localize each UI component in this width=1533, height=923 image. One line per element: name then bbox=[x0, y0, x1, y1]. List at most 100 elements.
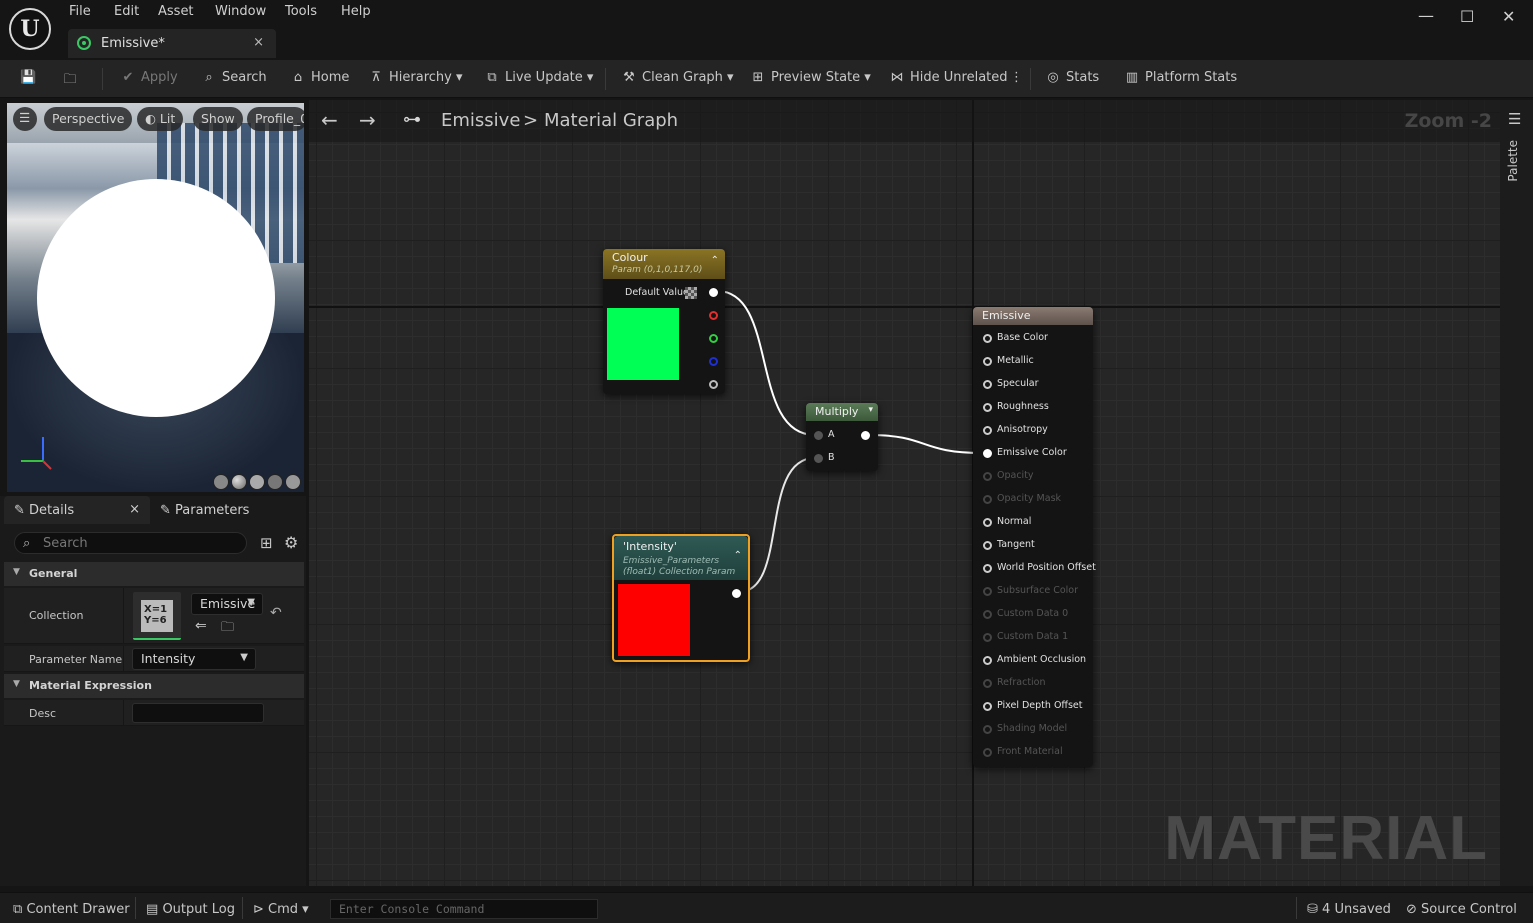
menu-help[interactable]: Help bbox=[341, 4, 371, 19]
maximize-button[interactable]: ☐ bbox=[1460, 7, 1474, 26]
browse-asset-icon[interactable]: 🗀 bbox=[62, 70, 83, 92]
stats-button[interactable]: ◎ Stats bbox=[1045, 70, 1099, 85]
search-icon: ⌕ bbox=[23, 536, 31, 551]
emissive-result-node[interactable]: Emissive Base Color Metallic Specular Rough… bbox=[973, 307, 1096, 767]
show-button[interactable]: Show bbox=[193, 107, 243, 131]
toolbar-divider bbox=[605, 68, 606, 90]
clean-graph-button[interactable]: ⚒ Clean Graph ▾ bbox=[621, 70, 733, 85]
lit-button[interactable]: ◐ Lit bbox=[137, 107, 184, 131]
sphere-preview-icon[interactable] bbox=[231, 474, 247, 490]
emissive-input-pin[interactable] bbox=[983, 357, 992, 366]
menu-window[interactable]: Window bbox=[215, 4, 266, 19]
pencil-icon: ✎ bbox=[160, 503, 171, 518]
emissive-input-pin[interactable] bbox=[983, 725, 992, 734]
rgba-output-pin[interactable] bbox=[709, 288, 718, 297]
viewport-menu-icon[interactable]: ☰ bbox=[13, 107, 37, 131]
green-output-pin[interactable] bbox=[709, 334, 718, 343]
menu-asset[interactable]: Asset bbox=[158, 4, 194, 19]
minimize-button[interactable]: — bbox=[1418, 6, 1434, 25]
colour-param-node[interactable]: Colour Param (0,1,0,117,0) ⌃ Default Val… bbox=[603, 249, 725, 394]
details-close-icon[interactable]: × bbox=[129, 502, 140, 517]
output-log-button[interactable]: ▤ Output Log bbox=[146, 902, 235, 917]
palette-tab[interactable]: Palette bbox=[1506, 140, 1520, 182]
emissive-input-pin[interactable] bbox=[983, 403, 992, 412]
multiply-output-pin[interactable] bbox=[861, 431, 870, 440]
collection-combo[interactable]: Emissive ▼ bbox=[191, 593, 263, 615]
use-selected-icon[interactable]: ⇐ bbox=[195, 618, 207, 634]
cube-preview-icon[interactable] bbox=[267, 474, 283, 490]
emissive-input-pin[interactable] bbox=[983, 564, 992, 573]
close-window-button[interactable]: ✕ bbox=[1502, 7, 1515, 26]
asset-tab[interactable]: Emissive* × bbox=[68, 29, 276, 58]
emissive-input-pin[interactable] bbox=[983, 449, 992, 458]
desc-input[interactable] bbox=[132, 703, 264, 723]
hide-unrelated-button[interactable]: ⋈ Hide Unrelated bbox=[889, 70, 1008, 85]
intensity-output-pin[interactable] bbox=[732, 589, 741, 598]
wire-intensity-to-multiply-b bbox=[738, 457, 816, 593]
live-update-button[interactable]: ⧉ Live Update ▾ bbox=[484, 70, 593, 85]
cmd-dropdown[interactable]: ⊳ Cmd ▾ bbox=[253, 902, 309, 917]
save-icon[interactable]: 💾 bbox=[20, 70, 41, 85]
multiply-input-a-pin[interactable] bbox=[814, 431, 823, 440]
emissive-input-pin[interactable] bbox=[983, 656, 992, 665]
emissive-input-pin[interactable] bbox=[983, 426, 992, 435]
palette-menu-icon[interactable]: ☰ bbox=[1508, 110, 1521, 128]
content-drawer-button[interactable]: ⧉ Content Drawer bbox=[13, 902, 130, 917]
home-button[interactable]: ⌂ Home bbox=[290, 70, 350, 85]
preview-state-button[interactable]: ⊞ Preview State ▾ bbox=[750, 70, 871, 85]
details-search-input[interactable]: ⌕ Search bbox=[14, 532, 247, 554]
multiply-input-b-pin[interactable] bbox=[814, 454, 823, 463]
emissive-input-pin[interactable] bbox=[983, 702, 992, 711]
menu-tools[interactable]: Tools bbox=[285, 4, 317, 19]
preview-viewport[interactable]: ☰ Perspective ◐ Lit Show Profile_0 bbox=[7, 103, 304, 492]
tab-parameters[interactable]: ✎ Parameters bbox=[150, 496, 302, 524]
table-view-icon[interactable]: ⊞ bbox=[260, 534, 273, 552]
settings-gear-icon[interactable]: ⚙ bbox=[284, 533, 298, 552]
menu-edit[interactable]: Edit bbox=[114, 4, 139, 19]
emissive-input-pin[interactable] bbox=[983, 380, 992, 389]
reset-arrow-icon[interactable]: ↶ bbox=[270, 605, 282, 621]
material-graph[interactable]: ← → ⊶ Emissive > Material Graph Zoom -2 … bbox=[309, 100, 1500, 886]
emissive-input-pin[interactable] bbox=[983, 587, 992, 596]
emissive-input-pin[interactable] bbox=[983, 679, 992, 688]
platform-stats-button[interactable]: ▥ Platform Stats bbox=[1124, 70, 1237, 85]
emissive-input-pin[interactable] bbox=[983, 541, 992, 550]
emissive-input-pin[interactable] bbox=[983, 633, 992, 642]
unreal-logo-icon[interactable]: U bbox=[9, 8, 51, 50]
more-options-icon[interactable]: ⋮ bbox=[1010, 70, 1023, 85]
emissive-input-pin[interactable] bbox=[983, 610, 992, 619]
plane-preview-icon[interactable] bbox=[249, 474, 265, 490]
checker-swatch-icon[interactable] bbox=[685, 287, 697, 299]
intensity-param-node[interactable]: 'Intensity' Emissive_Parameters (float1)… bbox=[612, 534, 750, 662]
tab-close-icon[interactable]: × bbox=[253, 35, 264, 50]
emissive-input-pin[interactable] bbox=[983, 334, 992, 343]
source-control-button[interactable]: ⊘ Source Control bbox=[1406, 902, 1517, 917]
collapse-chevron-icon[interactable]: ▾ bbox=[868, 405, 873, 415]
browse-folder-icon[interactable]: 🗀 bbox=[221, 618, 234, 640]
emissive-input-pin[interactable] bbox=[983, 748, 992, 757]
alpha-output-pin[interactable] bbox=[709, 380, 718, 389]
perspective-button[interactable]: Perspective bbox=[44, 107, 133, 131]
section-material-expression[interactable]: ▼ Material Expression bbox=[4, 674, 304, 698]
mesh-preview-icon[interactable] bbox=[285, 474, 301, 490]
unsaved-button[interactable]: ⛁ 4 Unsaved bbox=[1307, 902, 1391, 917]
apply-button[interactable]: ✔ Apply bbox=[120, 70, 178, 85]
search-button[interactable]: ⌕ Search bbox=[201, 70, 266, 85]
blue-output-pin[interactable] bbox=[709, 357, 718, 366]
section-general[interactable]: ▼ General bbox=[4, 562, 304, 586]
tab-details[interactable]: ✎ Details × bbox=[4, 496, 150, 524]
hierarchy-button[interactable]: ⊼ Hierarchy ▾ bbox=[368, 70, 462, 85]
emissive-input-pin[interactable] bbox=[983, 495, 992, 504]
parameter-name-combo[interactable]: Intensity ▼ bbox=[132, 648, 256, 670]
menu-file[interactable]: File bbox=[69, 4, 91, 19]
emissive-input-pin[interactable] bbox=[983, 472, 992, 481]
collapse-chevron-icon[interactable]: ⌃ bbox=[711, 255, 719, 266]
console-input[interactable]: Enter Console Command bbox=[330, 899, 598, 919]
emissive-input-pin[interactable] bbox=[983, 518, 992, 527]
collapse-chevron-icon[interactable]: ⌃ bbox=[734, 550, 742, 561]
multiply-node[interactable]: Multiply ▾ A B bbox=[806, 403, 878, 471]
collection-thumbnail[interactable]: X=1 Y=6 bbox=[133, 592, 181, 640]
red-output-pin[interactable] bbox=[709, 311, 718, 320]
cylinder-preview-icon[interactable] bbox=[213, 474, 229, 490]
profile-button[interactable]: Profile_0 bbox=[247, 107, 304, 131]
